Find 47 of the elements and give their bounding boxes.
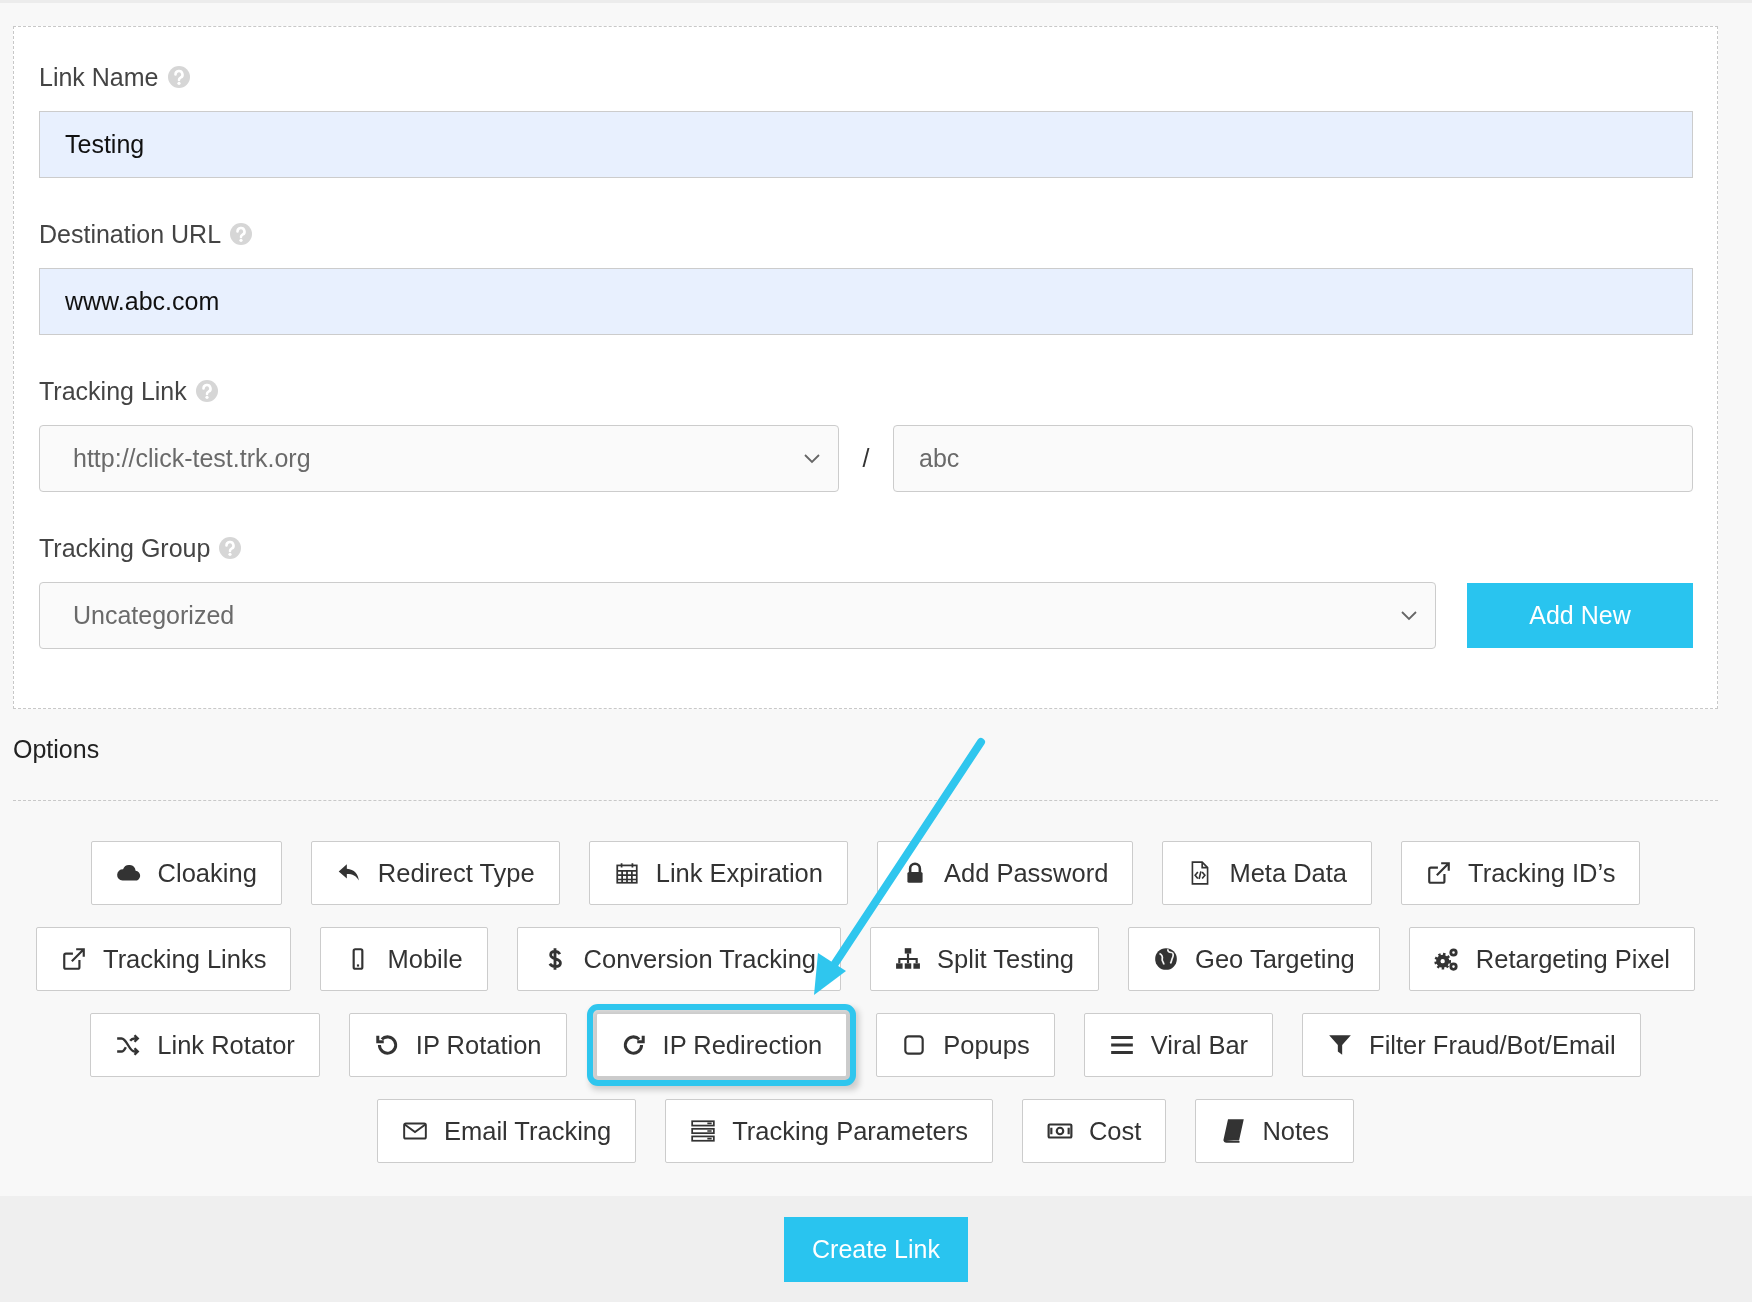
option-button[interactable]: Link Expiration xyxy=(588,841,848,905)
external-link-icon xyxy=(1426,860,1453,886)
option-button[interactable]: Cloaking xyxy=(90,841,282,905)
external-link-icon xyxy=(61,946,87,972)
option-button[interactable]: Viral Bar xyxy=(1083,1013,1274,1077)
field-label: Tracking Link xyxy=(39,376,187,406)
help-icon[interactable] xyxy=(166,65,191,89)
option-button[interactable]: Email Tracking xyxy=(377,1099,637,1163)
sitemap-icon xyxy=(895,946,922,972)
field-label: Tracking Group xyxy=(39,533,211,563)
group-select[interactable]: Uncategorized xyxy=(39,582,1436,649)
options-heading: Options xyxy=(13,735,101,764)
help-icon[interactable] xyxy=(218,536,243,560)
option-button[interactable]: Filter Fraud/Bot/Email xyxy=(1302,1013,1641,1077)
option-button[interactable]: Conversion Tracking xyxy=(516,927,842,991)
chevron-down-icon xyxy=(1401,610,1417,621)
rotate-left-icon xyxy=(373,1032,400,1058)
option-button[interactable]: Add Password xyxy=(876,841,1134,905)
domain-select[interactable]: http://click-test.trk.org xyxy=(39,425,839,492)
help-icon[interactable] xyxy=(229,222,254,246)
option-button[interactable]: Redirect Type xyxy=(310,841,560,905)
slug-field[interactable]: abc xyxy=(893,425,1693,492)
server-icon xyxy=(690,1118,717,1144)
option-button[interactable]: Mobile xyxy=(320,927,488,991)
calendar-icon xyxy=(613,860,640,886)
option-button[interactable]: Retargeting Pixel xyxy=(1408,927,1695,991)
text-field[interactable]: www.abc.com xyxy=(39,268,1693,335)
shuffle-icon xyxy=(115,1032,142,1058)
gears-icon xyxy=(1433,946,1460,972)
chevron-down-icon xyxy=(804,453,820,464)
option-button[interactable]: Tracking Links xyxy=(36,927,292,991)
field-label: Destination URL xyxy=(39,219,222,249)
text-field[interactable]: Testing xyxy=(39,111,1693,178)
globe-icon xyxy=(1153,946,1180,972)
option-button[interactable]: Meta Data xyxy=(1162,841,1373,905)
option-button[interactable]: Notes xyxy=(1195,1099,1354,1163)
option-button[interactable]: Tracking Parameters xyxy=(665,1099,993,1163)
help-icon[interactable] xyxy=(194,379,219,403)
option-button[interactable]: Cost xyxy=(1021,1099,1167,1163)
option-button[interactable]: IP Rotation xyxy=(348,1013,567,1077)
separator-text: / xyxy=(861,444,871,473)
option-button[interactable]: Geo Targeting xyxy=(1128,927,1380,991)
field-label: Link Name xyxy=(39,62,159,92)
option-button[interactable]: Tracking ID’s xyxy=(1401,841,1641,905)
option-button[interactable]: Link Rotator xyxy=(90,1013,320,1077)
option-button[interactable]: Split Testing xyxy=(870,927,1100,991)
option-button[interactable]: Popups xyxy=(876,1013,1055,1077)
